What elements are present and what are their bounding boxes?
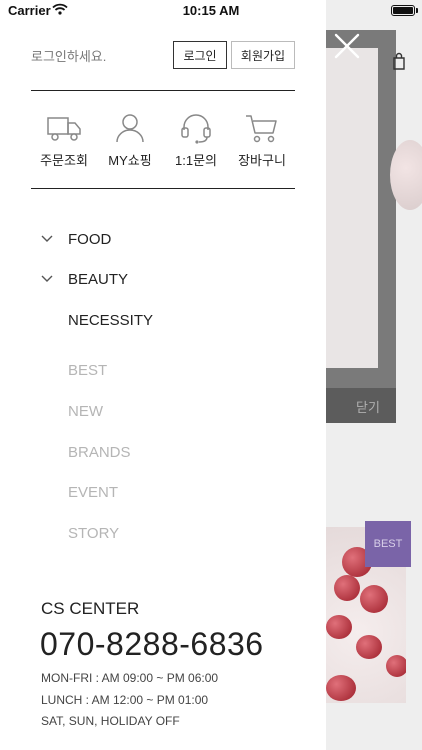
background-decor-image: [390, 140, 422, 210]
chevron-down-icon: [41, 275, 53, 282]
category-label: BEAUTY: [68, 270, 129, 288]
divider: [31, 90, 295, 91]
side-menu-drawer: 로그인하세요. 로그인 회원가입 주문조회 MY쇼핑 1:1문의 장바구니 FO…: [0, 0, 326, 750]
battery-icon: [391, 5, 415, 16]
login-button[interactable]: 로그인: [173, 41, 227, 69]
cs-hours-holiday: SAT, SUN, HOLIDAY OFF: [41, 714, 180, 728]
user-icon: [116, 114, 144, 143]
product-berry: [326, 675, 356, 701]
category-label: FOOD: [68, 230, 112, 248]
menu-item-new[interactable]: NEW: [68, 403, 103, 420]
cart-icon: [246, 115, 277, 143]
headset-icon: [181, 114, 211, 144]
cs-hours-weekday: MON-FRI : AM 09:00 ~ PM 06:00: [41, 671, 219, 685]
quick-link-label: 장바구니: [238, 153, 286, 168]
close-icon[interactable]: [334, 33, 360, 59]
battery-tip: [416, 8, 418, 13]
status-bar: Carrier 10:15 AM: [0, 0, 422, 22]
login-prompt: 로그인하세요.: [31, 49, 107, 64]
join-button[interactable]: 회원가입: [231, 41, 295, 69]
truck-icon: [47, 117, 81, 141]
chevron-down-icon: [41, 235, 53, 242]
cs-phone-number[interactable]: 070-8288-6836: [40, 626, 264, 663]
cs-center-title: CS CENTER: [41, 599, 140, 618]
shopping-bag-icon[interactable]: [392, 52, 406, 70]
category-food[interactable]: FOOD: [40, 228, 111, 250]
menu-item-brands[interactable]: BRANDS: [68, 444, 131, 461]
product-berry: [356, 635, 382, 659]
menu-item-event[interactable]: EVENT: [68, 484, 118, 501]
product-berry: [360, 585, 388, 613]
menu-item-story[interactable]: STORY: [68, 525, 119, 542]
category-necessity[interactable]: NECESSITY: [68, 309, 153, 331]
menu-item-best[interactable]: BEST: [68, 362, 107, 379]
background-close-label: 닫기: [356, 400, 380, 415]
quick-link-cart[interactable]: 장바구니: [222, 112, 302, 169]
category-label: NECESSITY: [68, 311, 154, 329]
product-berry: [334, 575, 360, 601]
divider: [31, 188, 295, 189]
clock-label: 10:15 AM: [182, 3, 240, 18]
category-beauty[interactable]: BEAUTY: [40, 268, 128, 290]
product-berry: [326, 615, 352, 639]
cs-hours-lunch: LUNCH : AM 12:00 ~ PM 01:00: [41, 693, 209, 707]
product-berry: [386, 655, 406, 677]
background-banner-image: [326, 48, 378, 368]
best-badge[interactable]: BEST: [365, 521, 411, 567]
